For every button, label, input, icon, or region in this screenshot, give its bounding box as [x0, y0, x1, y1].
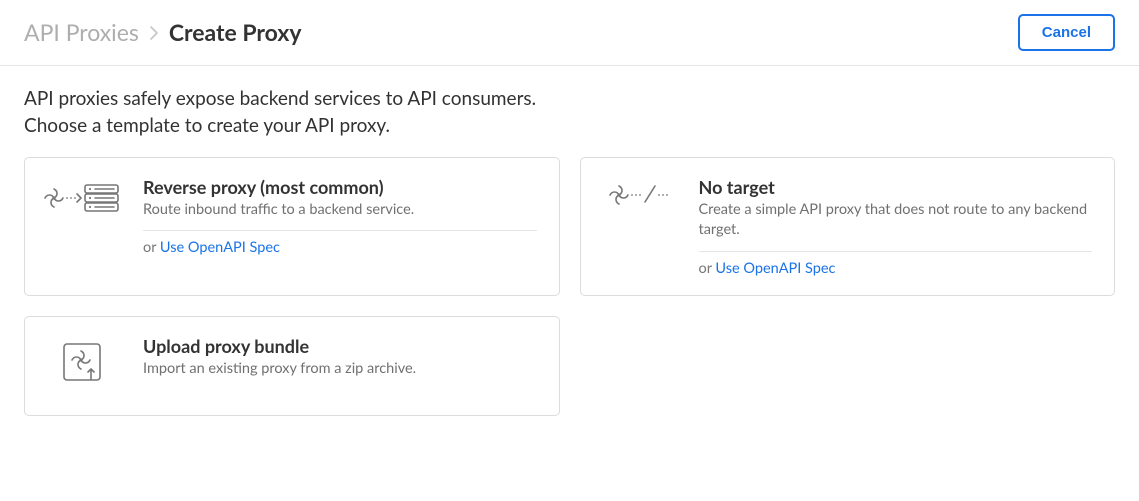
reverse-proxy-icon	[43, 176, 121, 216]
card-body: Reverse proxy (most common) Route inboun…	[143, 176, 537, 256]
breadcrumb: API Proxies Create Proxy	[24, 19, 302, 47]
page-title: Create Proxy	[169, 19, 302, 47]
use-openapi-spec-link[interactable]: Use OpenAPI Spec	[160, 239, 280, 256]
main-content: API proxies safely expose backend servic…	[0, 66, 1139, 436]
upload-bundle-icon	[43, 335, 121, 385]
card-desc: Create a simple API proxy that does not …	[699, 200, 1093, 241]
card-divider	[143, 230, 537, 231]
use-openapi-spec-link[interactable]: Use OpenAPI Spec	[715, 260, 835, 277]
cancel-button[interactable]: Cancel	[1018, 14, 1115, 51]
intro-text: API proxies safely expose backend servic…	[24, 86, 1115, 139]
card-body: Upload proxy bundle Import an existing p…	[143, 335, 537, 379]
intro-line-2: Choose a template to create your API pro…	[24, 113, 1115, 140]
card-desc: Route inbound traffic to a backend servi…	[143, 200, 537, 220]
card-desc: Import an existing proxy from a zip arch…	[143, 359, 537, 379]
card-title: Upload proxy bundle	[143, 335, 537, 357]
card-divider	[699, 251, 1093, 252]
template-grid: Reverse proxy (most common) Route inboun…	[24, 157, 1115, 416]
card-title: Reverse proxy (most common)	[143, 176, 537, 198]
chevron-right-icon	[149, 25, 159, 41]
or-text: or	[143, 239, 160, 256]
card-reverse-proxy[interactable]: Reverse proxy (most common) Route inboun…	[24, 157, 560, 296]
no-target-icon	[599, 176, 677, 210]
card-title: No target	[699, 176, 1093, 198]
card-or-row: or Use OpenAPI Spec	[699, 260, 1093, 277]
card-upload-bundle[interactable]: Upload proxy bundle Import an existing p…	[24, 316, 560, 416]
breadcrumb-parent-link[interactable]: API Proxies	[24, 19, 139, 47]
or-text: or	[699, 260, 716, 277]
card-body: No target Create a simple API proxy that…	[699, 176, 1093, 277]
page-header: API Proxies Create Proxy Cancel	[0, 0, 1139, 66]
intro-line-1: API proxies safely expose backend servic…	[24, 86, 1115, 113]
card-no-target[interactable]: No target Create a simple API proxy that…	[580, 157, 1116, 296]
card-or-row: or Use OpenAPI Spec	[143, 239, 537, 256]
